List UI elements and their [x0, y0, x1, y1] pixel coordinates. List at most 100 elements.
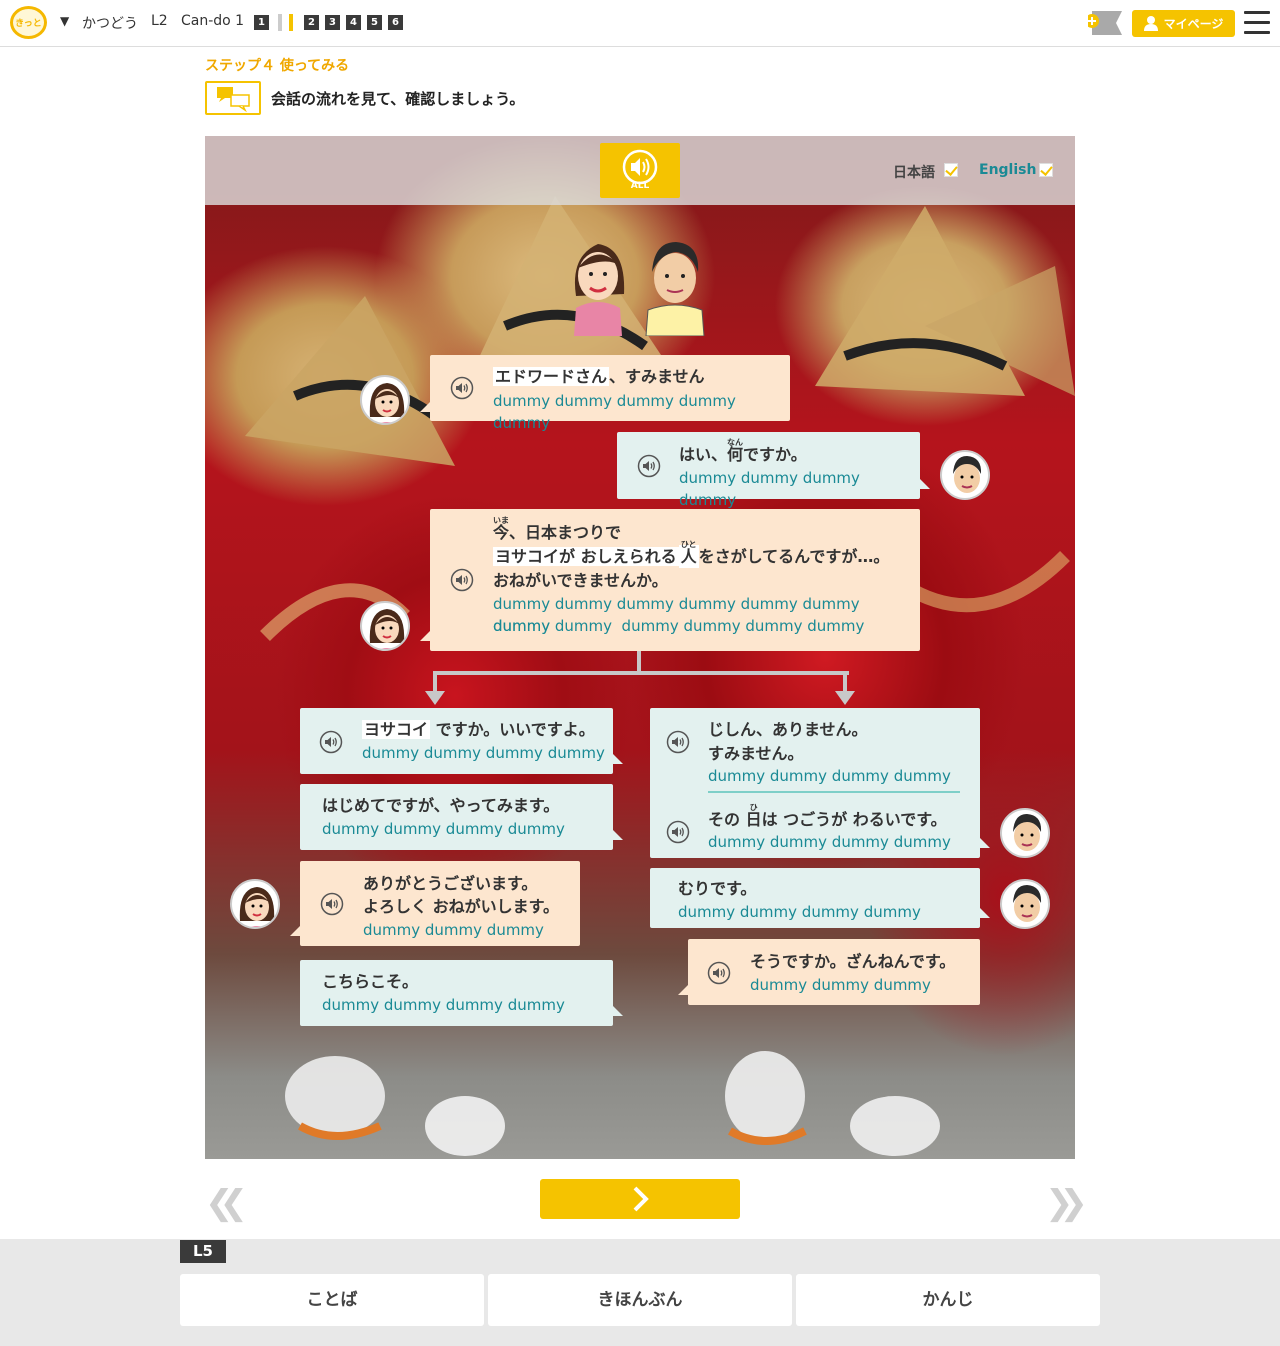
all-label: ALL [630, 181, 650, 191]
speaker-icon[interactable] [666, 820, 690, 844]
speaker-icon[interactable] [666, 730, 690, 754]
line-text: こちらこそ。 [322, 972, 419, 991]
speaker-icon[interactable] [637, 454, 661, 478]
avatar-man [1000, 879, 1050, 929]
dialogue-bubble-right-1: じしん、ありません。 すみません。 dummy dummy dummy dumm… [650, 708, 980, 858]
bubble-tail [613, 830, 623, 840]
english-toggle-label[interactable]: English [979, 162, 1036, 178]
avatar-woman [230, 879, 280, 929]
japanese-checkbox[interactable] [944, 163, 958, 177]
line-text: そうですか。ざんねんです。 [750, 952, 956, 971]
dialogue-bubble-2: はい、 なん 何ですか。 dummy dummy dummy dummy [617, 432, 920, 509]
branch-line [433, 671, 849, 675]
basic-sentences-button[interactable]: きほんぶん [488, 1274, 792, 1326]
dropdown-triangle-icon[interactable]: ▼ [60, 14, 69, 28]
category-label[interactable]: かつどう [82, 13, 138, 33]
step-6-button[interactable]: 6 [388, 15, 403, 30]
avatar-woman [360, 375, 410, 425]
logo-text: きっと [15, 19, 42, 29]
bubble-tail [980, 908, 990, 918]
japanese-toggle-label[interactable]: 日本語 [893, 162, 935, 182]
avatar-man [1000, 808, 1050, 858]
line-text: その [708, 810, 746, 829]
bubble-tail [678, 985, 688, 995]
dialogue-bubble-left-3: ありがとうございます。 よろしく おねがいします。 dummy dummy du… [300, 861, 580, 946]
furigana: いま [493, 516, 509, 525]
speaker-icon[interactable] [450, 568, 474, 592]
vocabulary-button[interactable]: ことば [180, 1274, 484, 1326]
dialogue-bubble-3: いま 今、日本まつりで ヨサコイが おしえられる ひと人をさがしてるんですが…。 お… [430, 509, 920, 651]
last-page-icon[interactable]: ❯❯ [1045, 1183, 1088, 1223]
chevron-right-icon [633, 1186, 649, 1212]
mypage-label: マイページ [1163, 17, 1224, 31]
level-label[interactable]: L2 [151, 13, 168, 29]
highlight-word: ヨサコイ [362, 720, 431, 739]
conversation-icon [205, 81, 261, 115]
divider-line [708, 791, 960, 793]
dialogue-bubble-right-2: むりです。 dummy dummy dummy dummy [650, 868, 980, 928]
english-translation: dummy dummy dummy [750, 976, 931, 994]
avatar-woman [360, 601, 410, 651]
english-translation: dummy dummy dummy dummy dummy [493, 392, 736, 432]
speaker-icon[interactable] [450, 376, 474, 400]
characters-illustration [574, 242, 705, 336]
english-translation: dummy dummy dummy dummy [322, 820, 565, 838]
english-translation: dummy dummy dummy dummy [708, 767, 951, 785]
furigana: ひ [749, 803, 758, 812]
current-step-indicator [289, 14, 293, 31]
branch-line [433, 671, 437, 691]
furigana: なん [727, 438, 744, 447]
bookmark-add-button[interactable] [1085, 9, 1122, 37]
english-translation: dummy dummy dummy dummy [708, 833, 951, 851]
speaker-icon[interactable] [320, 892, 344, 916]
bubble-tail [980, 838, 990, 848]
line-text: よろしく おねがいします。 [363, 897, 559, 916]
speaker-icon[interactable] [707, 961, 731, 985]
line-text: じしん、ありません。 [708, 720, 868, 739]
step-2-button[interactable]: 2 [304, 15, 319, 30]
logo[interactable]: きっと [10, 6, 47, 39]
bookmark-flag-icon [1085, 11, 1122, 35]
first-page-icon[interactable]: ❮❮ [205, 1183, 248, 1223]
branch-line [637, 651, 641, 673]
line-text: すみません。 [708, 744, 804, 763]
hamburger-menu-icon[interactable] [1244, 11, 1270, 35]
english-checkbox[interactable] [1039, 163, 1053, 177]
kanji-button[interactable]: かんじ [796, 1274, 1100, 1326]
bubble-tail [290, 926, 300, 936]
line-text: 、日本まつりで [509, 523, 622, 542]
bubble-tail [613, 1006, 623, 1016]
top-bar: きっと ▼ かつどう L2 Can-do 1 1 2 3 4 5 6 マイページ [0, 0, 1280, 47]
bubble-tail [420, 631, 430, 641]
bubble-tail [613, 754, 623, 764]
step-divider [278, 14, 282, 31]
cando-label[interactable]: Can-do 1 [181, 13, 244, 29]
dialogue-bubble-1: エドワードさん 、すみません dummy dummy dummy dummy du… [430, 355, 790, 432]
next-button[interactable] [540, 1179, 740, 1219]
line-text: ありがとうございます。 [363, 874, 538, 893]
line-text: をさがしてるんですが…。 [698, 547, 890, 566]
user-icon [1143, 16, 1158, 31]
step-4-button[interactable]: 4 [346, 15, 361, 30]
mypage-button[interactable]: マイページ [1132, 10, 1235, 37]
english-translation: dummy dummy dummy dummy [322, 996, 565, 1014]
line-text: は つごうが わるいです。 [761, 810, 947, 829]
english-translation: dummy dummy dummy [363, 921, 544, 939]
step-5-button[interactable]: 5 [367, 15, 382, 30]
bubble-tail [920, 479, 930, 489]
dialogue-bubble-left-4: こちらこそ。 dummy dummy dummy dummy [300, 960, 613, 1026]
step-1-button[interactable]: 1 [254, 15, 269, 30]
english-translation: dummy dummy dummy dummy dummy dummy [493, 617, 865, 635]
line-text: むりです。 [678, 879, 757, 898]
dialogue-bubble-left-2: はじめてですが、やってみます。 dummy dummy dummy dummy [300, 784, 613, 850]
dialogue-stage: ALL 日本語 English エドワードさん 、すみません dummy dum… [205, 136, 1075, 1159]
dialogue-bubble-right-3: そうですか。ざんねんです。 dummy dummy dummy [688, 939, 980, 1005]
branch-arrow-left [425, 691, 445, 705]
english-translation: dummy dummy dummy dummy [679, 469, 860, 509]
branch-arrow-right [835, 691, 855, 705]
step-3-button[interactable]: 3 [325, 15, 340, 30]
line-text: はい、 [679, 445, 728, 464]
play-all-button[interactable]: ALL [600, 143, 680, 198]
speaker-icon[interactable] [319, 730, 343, 754]
line-text: ですか。 [743, 445, 807, 464]
